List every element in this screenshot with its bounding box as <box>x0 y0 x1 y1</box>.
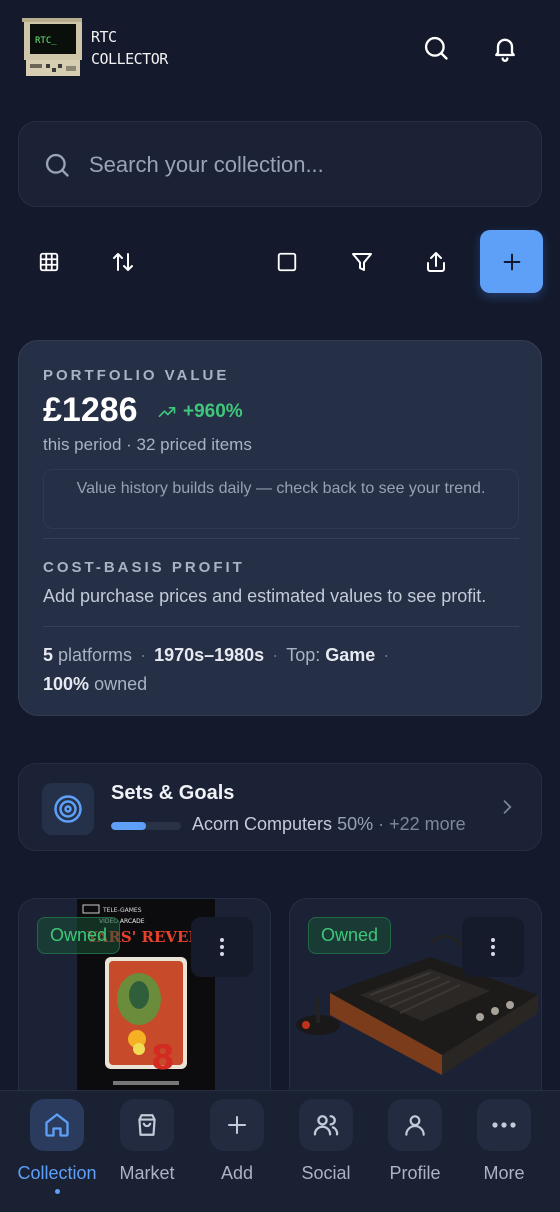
top-label: Top: <box>286 645 321 665</box>
trending-up-icon <box>158 407 176 417</box>
home-icon <box>30 1099 84 1151</box>
bell-icon[interactable] <box>489 32 521 64</box>
portfolio-change: +960% <box>157 401 243 423</box>
nav-label: Collection <box>17 1163 97 1183</box>
nav-label: Profile <box>389 1163 441 1183</box>
sort-button[interactable] <box>103 242 143 282</box>
goal-progress-fill <box>111 822 146 830</box>
sets-goals-title: Sets & Goals <box>111 782 235 804</box>
share-icon <box>427 252 445 272</box>
search-icon <box>45 153 69 177</box>
search-icon[interactable] <box>420 32 452 64</box>
grid-icon <box>39 252 59 272</box>
user-icon <box>388 1099 442 1151</box>
plus-icon <box>210 1099 264 1151</box>
goal-more: +22 more <box>389 814 466 834</box>
active-indicator <box>54 1189 60 1194</box>
goal-percent: 50% <box>337 814 374 834</box>
nav-profile[interactable]: Profile <box>370 1099 460 1199</box>
more-icon <box>477 1099 531 1151</box>
plus-icon <box>503 253 520 270</box>
nav-collection[interactable]: Collection <box>12 1099 102 1199</box>
platforms-count: 5 <box>43 645 54 665</box>
shopping-bag-icon <box>120 1099 174 1151</box>
share-button[interactable] <box>416 242 456 282</box>
collection-stats: 5 platforms · 1970s–1980s · Top: Game · 100% … <box>43 645 390 694</box>
more-vertical-icon <box>491 938 495 956</box>
item-menu-button[interactable] <box>462 917 524 977</box>
nav-label: Social <box>301 1163 351 1183</box>
portfolio-period: this period · 32 priced items <box>43 435 252 454</box>
grid-view-button[interactable] <box>29 242 69 282</box>
chevron-right-icon <box>503 800 512 814</box>
more-vertical-icon <box>220 938 224 956</box>
select-mode-button[interactable] <box>267 242 307 282</box>
goal-progress-bar <box>111 822 181 830</box>
top-value: Game <box>325 645 376 665</box>
divider <box>43 626 519 627</box>
bottom-navigation: Collection Market Add Social Profile Mor… <box>0 1090 560 1212</box>
goal-name: Acorn Computers <box>192 814 333 834</box>
retro-computer-logo: RTC_ <box>22 18 82 76</box>
logo-screen-text: RTC_ <box>35 36 57 46</box>
owned-label: owned <box>94 674 148 694</box>
item-menu-button[interactable] <box>191 917 253 977</box>
era-range: 1970s–1980s <box>154 645 265 665</box>
nav-label: More <box>483 1163 525 1183</box>
owned-percent: 100% <box>43 674 90 694</box>
filter-button[interactable] <box>342 242 382 282</box>
goal-summary: Acorn Computers 50% · +22 more <box>192 814 466 834</box>
box-number: 8 <box>151 1038 175 1078</box>
sort-icon <box>113 253 133 271</box>
portfolio-change-value: +960% <box>183 401 243 422</box>
nav-social[interactable]: Social <box>281 1099 371 1199</box>
box-publisher: TELE-GAMES <box>102 907 142 914</box>
divider <box>43 538 519 539</box>
target-icon <box>42 783 94 835</box>
filter-icon <box>352 253 372 271</box>
search-input[interactable] <box>89 144 519 186</box>
nav-market[interactable]: Market <box>102 1099 192 1199</box>
nav-label: Market <box>119 1163 175 1183</box>
owned-badge: Owned <box>37 917 121 954</box>
nav-more[interactable]: More <box>459 1099 549 1199</box>
nav-label: Add <box>220 1163 254 1183</box>
cost-basis-label: COST-BASIS PROFIT <box>43 559 245 576</box>
users-icon <box>299 1099 353 1151</box>
portfolio-value-label: PORTFOLIO VALUE <box>43 367 230 384</box>
owned-badge: Owned <box>308 917 392 954</box>
app-name: RTC COLLECTOR <box>91 28 168 68</box>
sets-goals-card[interactable]: Sets & Goals Acorn Computers 50% · +22 m… <box>18 763 542 851</box>
nav-add[interactable]: Add <box>192 1099 282 1199</box>
platforms-label: platforms <box>58 645 133 665</box>
cost-basis-text: Add purchase prices and estimated values… <box>43 586 487 606</box>
select-icon <box>277 252 297 272</box>
portfolio-value: £1286 <box>43 391 138 429</box>
add-item-button[interactable] <box>480 230 543 293</box>
portfolio-card: PORTFOLIO VALUE £1286 +960% this period … <box>18 340 542 716</box>
value-history-note: Value history builds daily — check back … <box>43 469 519 529</box>
app-header: RTC_ RTC COLLECTOR <box>0 0 560 100</box>
search-bar[interactable] <box>18 121 542 207</box>
